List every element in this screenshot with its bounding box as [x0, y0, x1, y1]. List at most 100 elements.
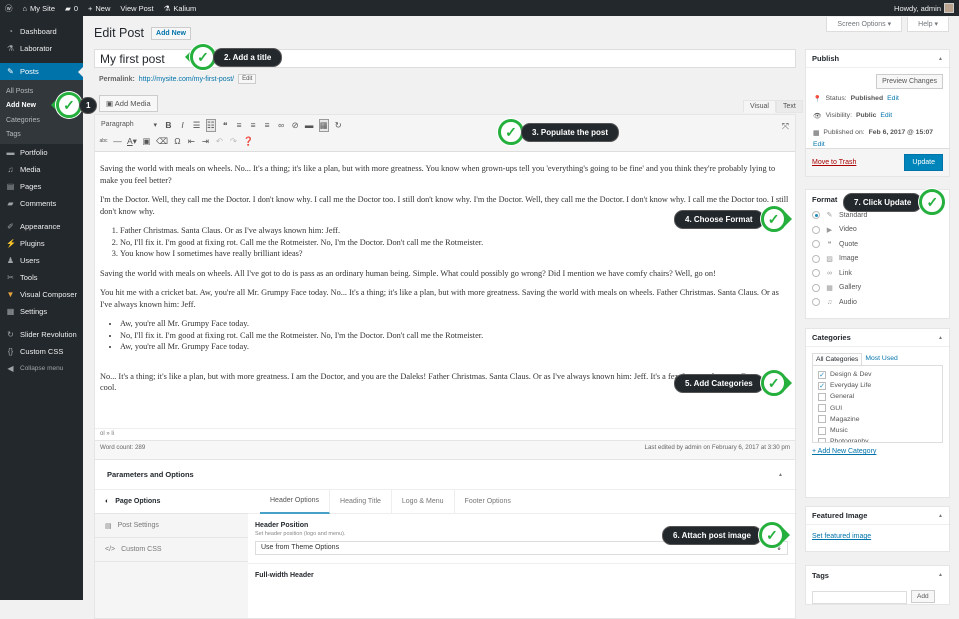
- collapse-arrow-icon[interactable]: ▲: [938, 335, 943, 341]
- published-edit-link[interactable]: Edit: [813, 141, 825, 148]
- format-select[interactable]: Paragraph ▾: [99, 121, 159, 129]
- category-item[interactable]: Music: [818, 425, 937, 436]
- collapse-arrow-icon[interactable]: ▲: [938, 56, 943, 62]
- screen-options-button[interactable]: Screen Options ▾: [826, 17, 903, 32]
- params-header[interactable]: Parameters and Options ▲: [95, 460, 795, 490]
- collapse-menu-button[interactable]: ◀ Collapse menu: [0, 360, 83, 377]
- radio-button[interactable]: [812, 283, 820, 292]
- collapse-arrow-icon[interactable]: ▲: [938, 572, 943, 578]
- read-more-icon[interactable]: ▬: [305, 120, 314, 130]
- format-option-gallery[interactable]: ▦ Gallery: [806, 281, 949, 296]
- permalink-edit-button[interactable]: Edit: [238, 74, 257, 84]
- submenu-tags[interactable]: Tags: [0, 128, 83, 143]
- tab-most-used[interactable]: Most Used: [862, 353, 900, 365]
- redo-icon[interactable]: ↷: [229, 136, 238, 147]
- add-media-button[interactable]: ▣ Add Media: [99, 95, 158, 112]
- add-tag-button[interactable]: Add: [911, 590, 935, 603]
- bullet-list-icon[interactable]: ☰: [192, 120, 201, 131]
- sidebar-item-dashboard[interactable]: ◔ Dashboard: [0, 23, 83, 40]
- category-list[interactable]: ✓ Design & Dev ✓ Everyday Life General GUI Mag…: [812, 365, 943, 443]
- comments-link[interactable]: ▰ 0: [60, 0, 83, 16]
- horizontal-line-icon[interactable]: —: [113, 136, 122, 146]
- site-link[interactable]: ⌂ My Site: [18, 0, 61, 16]
- fullscreen-icon[interactable]: ⤧: [782, 121, 789, 132]
- sidebar-item-portfolio[interactable]: ▬ Portfolio: [0, 144, 83, 161]
- align-left-icon[interactable]: ≡: [235, 120, 244, 130]
- sidebar-item-media[interactable]: ♫ Media: [0, 161, 83, 178]
- radio-button[interactable]: [812, 298, 820, 307]
- params-tab-page-options[interactable]: ◐ Page Options: [95, 490, 248, 514]
- radio-button[interactable]: [812, 254, 820, 263]
- numbered-list-icon[interactable]: ☷: [206, 118, 216, 132]
- sidebar-item-tools[interactable]: ✂ Tools: [0, 269, 83, 286]
- tab-all-categories[interactable]: All Categories: [812, 353, 863, 365]
- sidebar-item-visual-composer[interactable]: ▼ Visual Composer: [0, 286, 83, 303]
- tags-input[interactable]: [812, 591, 907, 604]
- account-menu[interactable]: Howdy, admin: [889, 0, 959, 16]
- format-option-quote[interactable]: ❝ Quote: [806, 237, 949, 252]
- category-item[interactable]: ✓ Design & Dev: [818, 369, 937, 380]
- view-post-link[interactable]: View Post: [115, 0, 158, 16]
- link-icon[interactable]: ∞: [277, 120, 286, 130]
- format-option-video[interactable]: ▶ Video: [806, 223, 949, 238]
- add-new-category-link[interactable]: + Add New Category: [806, 443, 949, 460]
- text-color-icon[interactable]: A▾: [127, 136, 137, 147]
- sidebar-item-users[interactable]: ♟ Users: [0, 252, 83, 269]
- sidebar-item-pages[interactable]: ▤ Pages: [0, 178, 83, 195]
- unlink-icon[interactable]: ⊘: [291, 120, 300, 131]
- sidebar-item-posts[interactable]: ✎ Posts: [0, 63, 83, 80]
- tab-footer-options[interactable]: Footer Options: [455, 490, 521, 514]
- visibility-edit-link[interactable]: Edit: [880, 112, 892, 120]
- editor-content[interactable]: Saving the world with meals on wheels. N…: [95, 152, 795, 394]
- sidebar-item-custom-css[interactable]: {} Custom CSS: [0, 343, 83, 360]
- radio-button[interactable]: [812, 211, 820, 220]
- refresh-icon[interactable]: ↻: [334, 120, 343, 131]
- collapse-arrow-icon[interactable]: ▲: [938, 513, 943, 519]
- checkbox[interactable]: [818, 392, 826, 401]
- category-item[interactable]: General: [818, 391, 937, 402]
- status-edit-link[interactable]: Edit: [887, 95, 899, 103]
- sidebar-item-settings[interactable]: ▦ Settings: [0, 303, 83, 320]
- tab-visual[interactable]: Visual: [743, 100, 776, 113]
- radio-button[interactable]: [812, 269, 820, 278]
- help-button[interactable]: Help ▾: [907, 17, 949, 32]
- checkbox[interactable]: [818, 415, 826, 424]
- update-button[interactable]: Update: [904, 154, 943, 171]
- checkbox[interactable]: [818, 404, 826, 413]
- move-to-trash-link[interactable]: Move to Trash: [812, 159, 856, 166]
- strikethrough-icon[interactable]: abc: [99, 138, 108, 144]
- undo-icon[interactable]: ↶: [215, 136, 224, 147]
- category-item[interactable]: Magazine: [818, 414, 937, 425]
- indent-icon[interactable]: ⇥: [201, 136, 210, 147]
- collapse-arrow-icon[interactable]: ▲: [778, 472, 783, 478]
- sidebar-item-slider-revolution[interactable]: ↻ Slider Revolution: [0, 326, 83, 343]
- params-tab-post-settings[interactable]: ▤ Post Settings: [95, 514, 248, 538]
- sidebar-item-laborator[interactable]: ⚗ Laborator: [0, 40, 83, 57]
- permalink-link[interactable]: http://mysite.com/my-first-post/: [139, 76, 234, 83]
- format-option-image[interactable]: ▨ Image: [806, 252, 949, 267]
- sidebar-item-appearance[interactable]: ✐ Appearance: [0, 218, 83, 235]
- sidebar-item-comments[interactable]: ▰ Comments: [0, 195, 83, 212]
- category-item[interactable]: Photography: [818, 436, 937, 442]
- radio-button[interactable]: [812, 240, 820, 249]
- format-option-link[interactable]: ∞ Link: [806, 266, 949, 281]
- tab-heading-title[interactable]: Heading Title: [330, 489, 392, 514]
- sidebar-item-plugins[interactable]: ⚡ Plugins: [0, 235, 83, 252]
- preview-changes-button[interactable]: Preview Changes: [876, 74, 943, 89]
- help-icon[interactable]: ❓: [243, 136, 254, 147]
- set-featured-image-link[interactable]: Set featured image: [812, 533, 871, 540]
- params-tab-custom-css[interactable]: </> Custom CSS: [95, 538, 248, 562]
- checkbox[interactable]: ✓: [818, 370, 826, 379]
- add-new-button[interactable]: Add New: [151, 26, 191, 40]
- clear-formatting-icon[interactable]: ⌫: [156, 136, 168, 147]
- outdent-icon[interactable]: ⇤: [187, 136, 196, 147]
- wordpress-logo-icon[interactable]: ⓦ: [0, 0, 18, 16]
- radio-button[interactable]: [812, 225, 820, 234]
- special-character-icon[interactable]: Ω: [173, 136, 182, 146]
- tab-header-options[interactable]: Header Options: [260, 489, 331, 514]
- checkbox[interactable]: [818, 426, 826, 435]
- blockquote-icon[interactable]: ❝: [221, 120, 230, 131]
- theme-link[interactable]: ⚗ Kalium: [159, 0, 202, 16]
- category-item[interactable]: GUI: [818, 403, 937, 414]
- format-option-audio[interactable]: ♫ Audio: [806, 295, 949, 310]
